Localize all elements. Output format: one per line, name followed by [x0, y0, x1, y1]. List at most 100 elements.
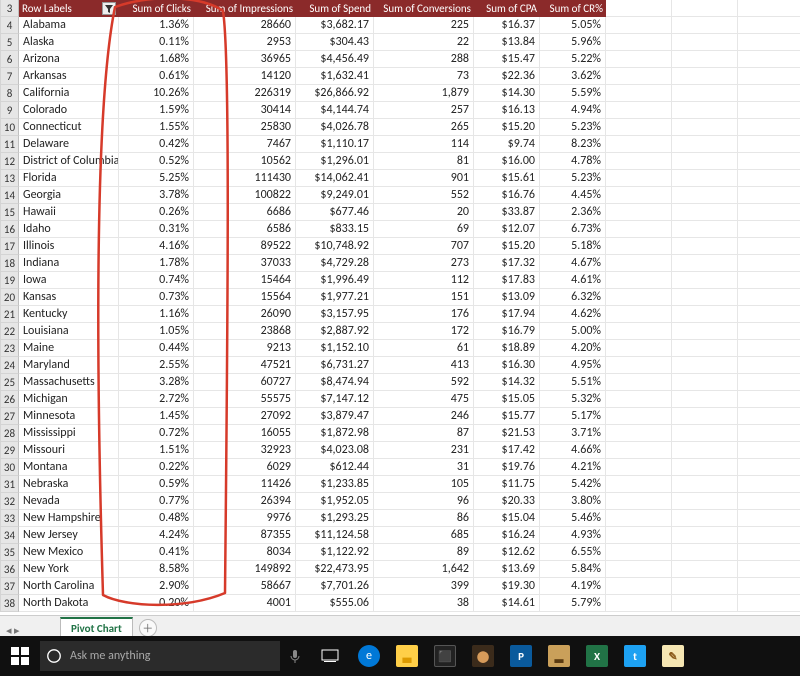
cell-conv[interactable]: 86 — [374, 510, 474, 527]
empty-cell[interactable] — [606, 17, 672, 34]
cell-row_label[interactable]: Idaho — [19, 221, 119, 238]
empty-cell[interactable] — [738, 425, 800, 442]
cell-conv[interactable]: 112 — [374, 272, 474, 289]
cell-spend[interactable]: $4,456.49 — [296, 51, 374, 68]
empty-cell[interactable] — [738, 374, 800, 391]
cell-impr[interactable]: 4001 — [194, 595, 296, 612]
empty-cell[interactable] — [606, 51, 672, 68]
empty-cell[interactable] — [606, 374, 672, 391]
empty-cell[interactable] — [606, 85, 672, 102]
cell-impr[interactable]: 7467 — [194, 136, 296, 153]
cell-cr[interactable]: 5.00% — [540, 323, 606, 340]
empty-cell[interactable] — [738, 493, 800, 510]
row-number[interactable]: 21 — [1, 306, 19, 323]
cell-impr[interactable]: 6586 — [194, 221, 296, 238]
cell-row_label[interactable]: Maryland — [19, 357, 119, 374]
empty-cell[interactable] — [738, 476, 800, 493]
start-button[interactable] — [0, 636, 40, 676]
empty-cell[interactable] — [606, 544, 672, 561]
empty-cell[interactable] — [672, 119, 738, 136]
row-number[interactable]: 19 — [1, 272, 19, 289]
pivot-table-grid[interactable]: 3Row LabelsSum of ClicksSum of Impressio… — [0, 0, 800, 612]
cell-conv[interactable]: 231 — [374, 442, 474, 459]
empty-cell[interactable] — [606, 323, 672, 340]
cell-impr[interactable]: 9213 — [194, 340, 296, 357]
cell-spend[interactable]: $1,152.10 — [296, 340, 374, 357]
empty-cell[interactable] — [738, 221, 800, 238]
cell-impr[interactable]: 149892 — [194, 561, 296, 578]
empty-cell[interactable] — [672, 0, 738, 17]
empty-cell[interactable] — [606, 221, 672, 238]
cell-row_label[interactable]: Montana — [19, 459, 119, 476]
cell-clicks[interactable]: 1.51% — [119, 442, 194, 459]
cell-spend[interactable]: $9,249.01 — [296, 187, 374, 204]
cell-cpa[interactable]: $9.74 — [474, 136, 540, 153]
cell-clicks[interactable]: 0.61% — [119, 68, 194, 85]
cell-cr[interactable]: 4.93% — [540, 527, 606, 544]
empty-cell[interactable] — [606, 272, 672, 289]
row-number[interactable]: 30 — [1, 459, 19, 476]
cell-cr[interactable]: 4.67% — [540, 255, 606, 272]
cell-cpa[interactable]: $17.42 — [474, 442, 540, 459]
cell-impr[interactable]: 226319 — [194, 85, 296, 102]
empty-cell[interactable] — [738, 51, 800, 68]
empty-cell[interactable] — [672, 544, 738, 561]
cell-cr[interactable]: 8.23% — [540, 136, 606, 153]
cell-conv[interactable]: 87 — [374, 425, 474, 442]
empty-cell[interactable] — [606, 0, 672, 17]
cell-clicks[interactable]: 2.72% — [119, 391, 194, 408]
cell-impr[interactable]: 87355 — [194, 527, 296, 544]
cell-conv[interactable]: 172 — [374, 323, 474, 340]
cell-cpa[interactable]: $33.87 — [474, 204, 540, 221]
row-number[interactable]: 28 — [1, 425, 19, 442]
cell-row_label[interactable]: Alabama — [19, 17, 119, 34]
empty-cell[interactable] — [672, 34, 738, 51]
cell-row_label[interactable]: Massachusetts — [19, 374, 119, 391]
cell-row_label[interactable]: Arkansas — [19, 68, 119, 85]
cell-row_label[interactable]: California — [19, 85, 119, 102]
cell-row_label[interactable]: Minnesota — [19, 408, 119, 425]
cell-spend[interactable]: $10,748.92 — [296, 238, 374, 255]
cell-cpa[interactable]: $16.37 — [474, 17, 540, 34]
empty-cell[interactable] — [672, 51, 738, 68]
empty-cell[interactable] — [738, 510, 800, 527]
row-number[interactable]: 14 — [1, 187, 19, 204]
empty-cell[interactable] — [672, 68, 738, 85]
column-header[interactable]: Sum of CPA — [474, 0, 540, 17]
empty-cell[interactable] — [672, 442, 738, 459]
empty-cell[interactable] — [738, 289, 800, 306]
taskbar-app-excel[interactable]: X — [578, 645, 616, 667]
empty-cell[interactable] — [672, 527, 738, 544]
empty-cell[interactable] — [672, 153, 738, 170]
cell-conv[interactable]: 225 — [374, 17, 474, 34]
empty-cell[interactable] — [606, 238, 672, 255]
cell-cr[interactable]: 6.55% — [540, 544, 606, 561]
cell-impr[interactable]: 60727 — [194, 374, 296, 391]
cell-cpa[interactable]: $13.69 — [474, 561, 540, 578]
cell-clicks[interactable]: 1.68% — [119, 51, 194, 68]
cell-cpa[interactable]: $16.76 — [474, 187, 540, 204]
cell-row_label[interactable]: Colorado — [19, 102, 119, 119]
cell-spend[interactable]: $1,110.17 — [296, 136, 374, 153]
row-number[interactable]: 18 — [1, 255, 19, 272]
row-number[interactable]: 17 — [1, 238, 19, 255]
cell-conv[interactable]: 246 — [374, 408, 474, 425]
cell-spend[interactable]: $1,293.25 — [296, 510, 374, 527]
cell-spend[interactable]: $833.15 — [296, 221, 374, 238]
empty-cell[interactable] — [672, 102, 738, 119]
cell-row_label[interactable]: Illinois — [19, 238, 119, 255]
empty-cell[interactable] — [606, 289, 672, 306]
cell-impr[interactable]: 36965 — [194, 51, 296, 68]
cell-impr[interactable]: 58667 — [194, 578, 296, 595]
cell-row_label[interactable]: Georgia — [19, 187, 119, 204]
empty-cell[interactable] — [738, 238, 800, 255]
cell-spend[interactable]: $677.46 — [296, 204, 374, 221]
cell-cpa[interactable]: $15.05 — [474, 391, 540, 408]
row-number[interactable]: 24 — [1, 357, 19, 374]
empty-cell[interactable] — [672, 374, 738, 391]
cell-clicks[interactable]: 0.73% — [119, 289, 194, 306]
cell-spend[interactable]: $2,887.92 — [296, 323, 374, 340]
cell-row_label[interactable]: North Dakota — [19, 595, 119, 612]
empty-cell[interactable] — [672, 510, 738, 527]
cell-cpa[interactable]: $16.79 — [474, 323, 540, 340]
